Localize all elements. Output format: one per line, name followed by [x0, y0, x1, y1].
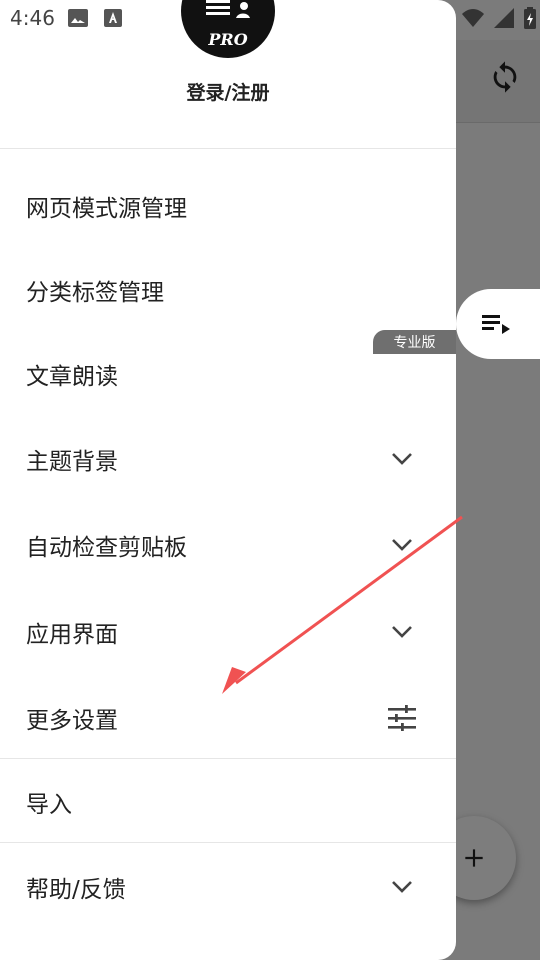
menu-item-label: 应用界面	[26, 622, 118, 648]
divider	[0, 842, 456, 843]
a-badge-icon	[104, 9, 122, 27]
menu-item-label: 文章朗读	[26, 364, 118, 390]
login-register-link[interactable]: 登录/注册	[0, 78, 456, 105]
chevron-down-icon[interactable]	[388, 873, 416, 901]
sync-icon[interactable]	[488, 60, 522, 94]
menu-item-label: 主题背景	[26, 449, 118, 475]
menu-item-label: 帮助/反馈	[26, 877, 126, 903]
playlist-play-icon	[482, 315, 510, 334]
menu-item-webpage-source[interactable]: 网页模式源管理	[0, 166, 456, 246]
battery-icon	[524, 7, 536, 29]
divider	[0, 148, 456, 149]
chevron-down-icon[interactable]	[388, 531, 416, 559]
menu-item-import[interactable]: 导入	[0, 762, 456, 842]
chevron-down-icon[interactable]	[388, 618, 416, 646]
menu-item-more-settings[interactable]: 更多设置	[0, 678, 456, 758]
menu-item-help-feedback[interactable]: 帮助/反馈	[0, 847, 456, 927]
menu-item-theme-background[interactable]: 主题背景	[0, 419, 456, 499]
pro-version-tag: 专业版	[373, 330, 456, 354]
menu-item-label: 自动检查剪贴板	[26, 535, 187, 561]
status-time: 4:46	[10, 6, 55, 30]
menu-item-label: 导入	[26, 792, 72, 818]
menu-item-app-interface[interactable]: 应用界面	[0, 592, 456, 672]
sliders-icon[interactable]	[388, 704, 416, 732]
image-icon	[68, 9, 88, 27]
wifi-icon	[462, 9, 484, 27]
menu-item-label: 更多设置	[26, 708, 118, 734]
menu-item-auto-clipboard[interactable]: 自动检查剪贴板	[0, 505, 456, 585]
menu-item-label: 网页模式源管理	[26, 196, 187, 222]
chevron-down-icon[interactable]	[388, 445, 416, 473]
menu-item-label: 分类标签管理	[26, 280, 164, 306]
navigation-drawer: PRO 登录/注册 网页模式源管理 分类标签管理 文章朗读 主题背景 自动检查剪…	[0, 0, 456, 960]
plus-icon	[465, 849, 483, 867]
status-bar: 4:46	[0, 0, 540, 38]
divider	[0, 758, 456, 759]
signal-icon	[494, 8, 514, 28]
menu-item-category-tags[interactable]: 分类标签管理	[0, 250, 456, 330]
playlist-tab[interactable]	[456, 289, 540, 359]
